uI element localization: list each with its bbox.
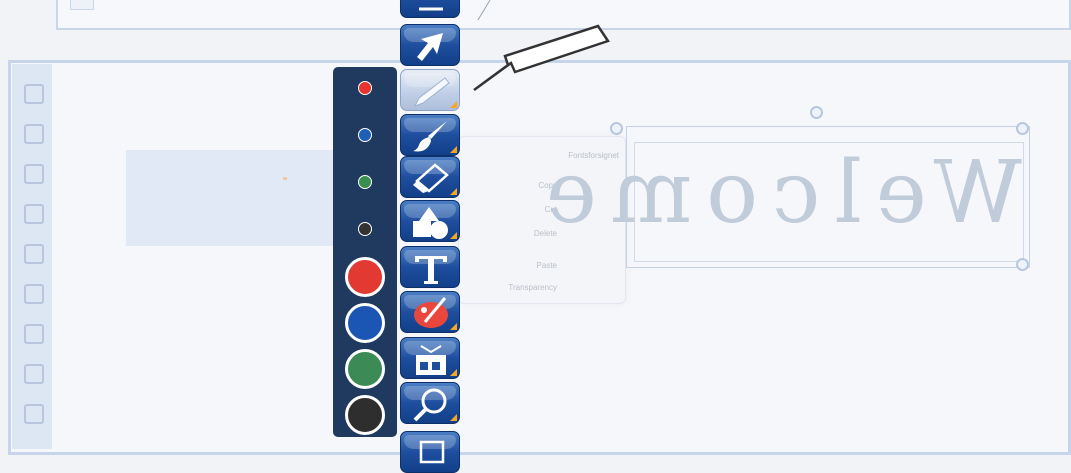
canvas-text: Welcome (531, 143, 1022, 243)
tool-brush[interactable] (400, 114, 460, 156)
tool-zoom[interactable] (400, 382, 460, 424)
tool-eraser[interactable] (400, 156, 460, 198)
tool-options-badge-icon (450, 188, 457, 195)
swatch-green-small[interactable] (358, 175, 372, 189)
swatch-red-small[interactable] (358, 81, 372, 95)
tool-options-badge-icon (450, 323, 457, 330)
tool-fill[interactable] (400, 291, 460, 333)
tool-gallery[interactable] (400, 337, 460, 379)
side-glyph-icon (24, 204, 44, 224)
annotation-arrow-icon (473, 24, 610, 92)
side-glyph-icon (24, 364, 44, 384)
background-selection-box (126, 150, 336, 246)
swatch-blue-small[interactable] (358, 128, 372, 142)
scribble-mark (477, 0, 491, 21)
side-glyph-icon (24, 404, 44, 424)
collapse-icon (419, 7, 443, 11)
resize-handle (610, 122, 623, 135)
resize-handle (1016, 122, 1029, 135)
drawing-toolbar (400, 0, 462, 473)
tool-options-badge-icon (450, 101, 457, 108)
text-icon (415, 256, 447, 284)
tool-pen[interactable] (400, 69, 460, 111)
side-glyph-icon (24, 124, 44, 144)
side-glyph-icon (24, 324, 44, 344)
tool-options-badge-icon (450, 414, 457, 421)
tool-top[interactable] (400, 0, 460, 18)
background-top-tab (70, 0, 94, 10)
context-menu-item: Paste (536, 261, 557, 270)
more-icon (419, 440, 445, 464)
swatch-black-large[interactable] (345, 395, 385, 435)
side-glyph-icon (24, 84, 44, 104)
swatch-green-large[interactable] (345, 349, 385, 389)
resize-handle (1016, 258, 1029, 271)
side-glyph-icon (24, 244, 44, 264)
select-arrow-icon (417, 33, 443, 61)
side-glyph-icon (24, 164, 44, 184)
tool-select[interactable] (400, 24, 460, 66)
color-palette (333, 67, 397, 437)
tool-options-badge-icon (450, 369, 457, 376)
side-glyph-icon (24, 284, 44, 304)
tool-shapes[interactable] (400, 200, 460, 242)
tool-options-badge-icon (450, 232, 457, 239)
tool-options-badge-icon (450, 146, 457, 153)
swatch-red-large[interactable] (345, 257, 385, 297)
tool-text[interactable] (400, 246, 460, 288)
context-menu-item: Transparency (508, 283, 557, 292)
background-side-strip (12, 64, 52, 449)
rotate-handle (810, 106, 823, 119)
swatch-blue-large[interactable] (345, 303, 385, 343)
tool-more[interactable] (400, 431, 460, 473)
swatch-black-small[interactable] (358, 222, 372, 236)
background-cursor-mark (283, 177, 287, 180)
